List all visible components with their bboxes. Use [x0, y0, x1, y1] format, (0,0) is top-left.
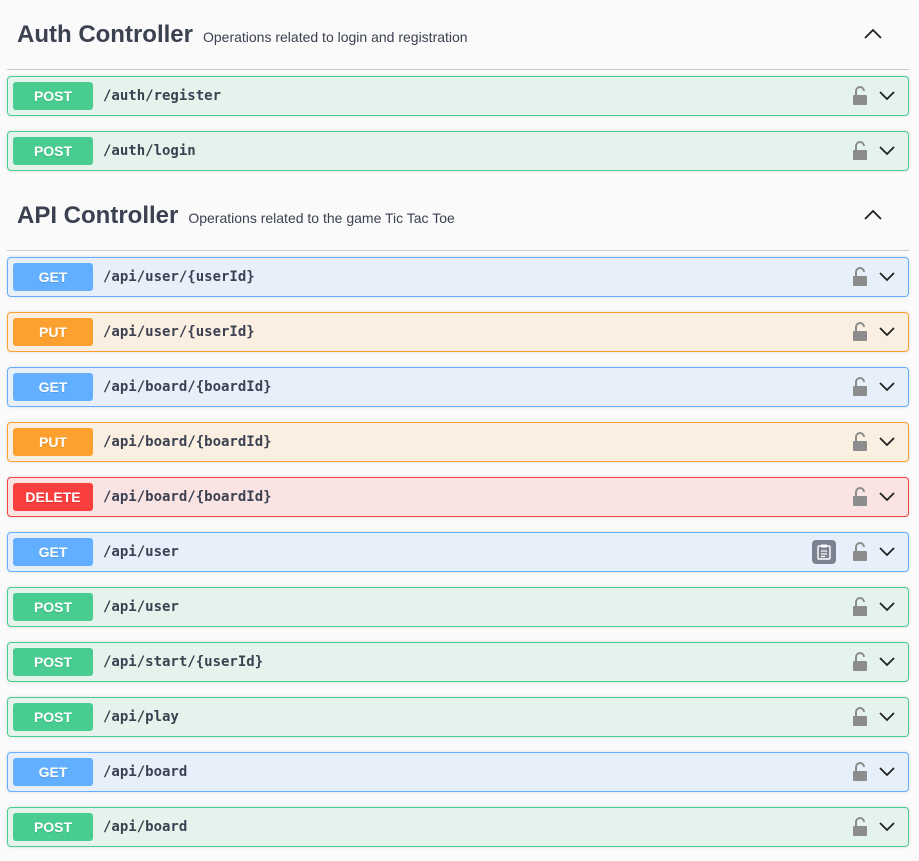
method-badge: GET: [13, 373, 93, 401]
chevron-down-icon[interactable]: [878, 435, 896, 447]
method-badge: PUT: [13, 428, 93, 456]
operations-list: POST /auth/register POST /auth/login: [0, 70, 919, 171]
operation-get-api-board-boardid[interactable]: GET /api/board/{boardId}: [7, 367, 909, 407]
chevron-down-icon[interactable]: [878, 600, 896, 612]
tag-description: Operations related to the game Tic Tac T…: [188, 209, 455, 226]
operation-path: /api/user/{userId}: [103, 324, 255, 340]
unlocked-padlock-icon[interactable]: [852, 432, 868, 452]
chevron-up-icon[interactable]: [863, 208, 883, 222]
method-badge: POST: [13, 703, 93, 731]
chevron-down-icon[interactable]: [878, 490, 896, 502]
unlocked-padlock-icon[interactable]: [852, 487, 868, 507]
chevron-down-icon[interactable]: [878, 89, 896, 101]
method-badge: POST: [13, 137, 93, 165]
tag-title: Auth Controller: [17, 20, 193, 48]
operation-delete-api-board-boardid[interactable]: DELETE /api/board/{boardId}: [7, 477, 909, 517]
operation-post-api-start-userid[interactable]: POST /api/start/{userId}: [7, 642, 909, 682]
chevron-down-icon[interactable]: [878, 710, 896, 722]
unlocked-padlock-icon[interactable]: [852, 707, 868, 727]
method-badge: GET: [13, 263, 93, 291]
operation-put-api-board-boardid[interactable]: PUT /api/board/{boardId}: [7, 422, 909, 462]
operation-path: /api/board/{boardId}: [103, 379, 272, 395]
operation-path: /api/board: [103, 819, 188, 835]
operation-get-api-board[interactable]: GET /api/board: [7, 752, 909, 792]
operation-path: /api/user/{userId}: [103, 269, 255, 285]
operation-path: /auth/login: [103, 143, 196, 159]
clipboard-icon: [817, 544, 831, 560]
tag-description: Operations related to login and registra…: [202, 28, 468, 45]
unlocked-padlock-icon[interactable]: [852, 817, 868, 837]
unlocked-padlock-icon[interactable]: [852, 86, 868, 106]
tag-header-api[interactable]: API Controller Operations related to the…: [7, 181, 909, 251]
chevron-down-icon[interactable]: [878, 820, 896, 832]
operation-get-api-user[interactable]: GET /api/user: [7, 532, 909, 572]
method-badge: GET: [13, 538, 93, 566]
operation-post-api-user[interactable]: POST /api/user: [7, 587, 909, 627]
operation-post-auth-login[interactable]: POST /auth/login: [7, 131, 909, 171]
operation-path: /api/board: [103, 764, 188, 780]
chevron-down-icon[interactable]: [878, 655, 896, 667]
tag-section-auth: Auth Controller Operations related to lo…: [0, 0, 919, 171]
operation-post-api-play[interactable]: POST /api/play: [7, 697, 909, 737]
unlocked-padlock-icon[interactable]: [852, 141, 868, 161]
chevron-down-icon[interactable]: [878, 380, 896, 392]
unlocked-padlock-icon[interactable]: [852, 652, 868, 672]
chevron-down-icon[interactable]: [878, 144, 896, 156]
method-badge: POST: [13, 648, 93, 676]
method-badge: POST: [13, 813, 93, 841]
operation-path: /api/start/{userId}: [103, 654, 264, 670]
chevron-down-icon[interactable]: [878, 545, 896, 557]
unlocked-padlock-icon[interactable]: [852, 267, 868, 287]
operation-path: /api/play: [103, 709, 179, 725]
operation-path: /api/board/{boardId}: [103, 434, 272, 450]
tag-header-auth[interactable]: Auth Controller Operations related to lo…: [7, 0, 909, 70]
unlocked-padlock-icon[interactable]: [852, 597, 868, 617]
chevron-up-icon[interactable]: [863, 27, 883, 41]
method-badge: POST: [13, 593, 93, 621]
operation-path: /api/user: [103, 544, 179, 560]
method-badge: DELETE: [13, 483, 93, 511]
operation-get-api-user-userid[interactable]: GET /api/user/{userId}: [7, 257, 909, 297]
operation-path: /api/board/{boardId}: [103, 489, 272, 505]
method-badge: GET: [13, 758, 93, 786]
unlocked-padlock-icon[interactable]: [852, 542, 868, 562]
operation-path: /auth/register: [103, 88, 222, 104]
tag-section-api: API Controller Operations related to the…: [0, 181, 919, 847]
unlocked-padlock-icon[interactable]: [852, 762, 868, 782]
chevron-down-icon[interactable]: [878, 765, 896, 777]
operation-post-auth-register[interactable]: POST /auth/register: [7, 76, 909, 116]
method-badge: PUT: [13, 318, 93, 346]
chevron-down-icon[interactable]: [878, 270, 896, 282]
operation-path: /api/user: [103, 599, 179, 615]
unlocked-padlock-icon[interactable]: [852, 322, 868, 342]
tag-title: API Controller: [17, 201, 179, 229]
unlocked-padlock-icon[interactable]: [852, 377, 868, 397]
operations-list: GET /api/user/{userId} PUT /api/user/{us…: [0, 251, 919, 847]
copy-to-clipboard-button[interactable]: [812, 540, 836, 564]
operation-put-api-user-userid[interactable]: PUT /api/user/{userId}: [7, 312, 909, 352]
chevron-down-icon[interactable]: [878, 325, 896, 337]
method-badge: POST: [13, 82, 93, 110]
operation-post-api-board[interactable]: POST /api/board: [7, 807, 909, 847]
